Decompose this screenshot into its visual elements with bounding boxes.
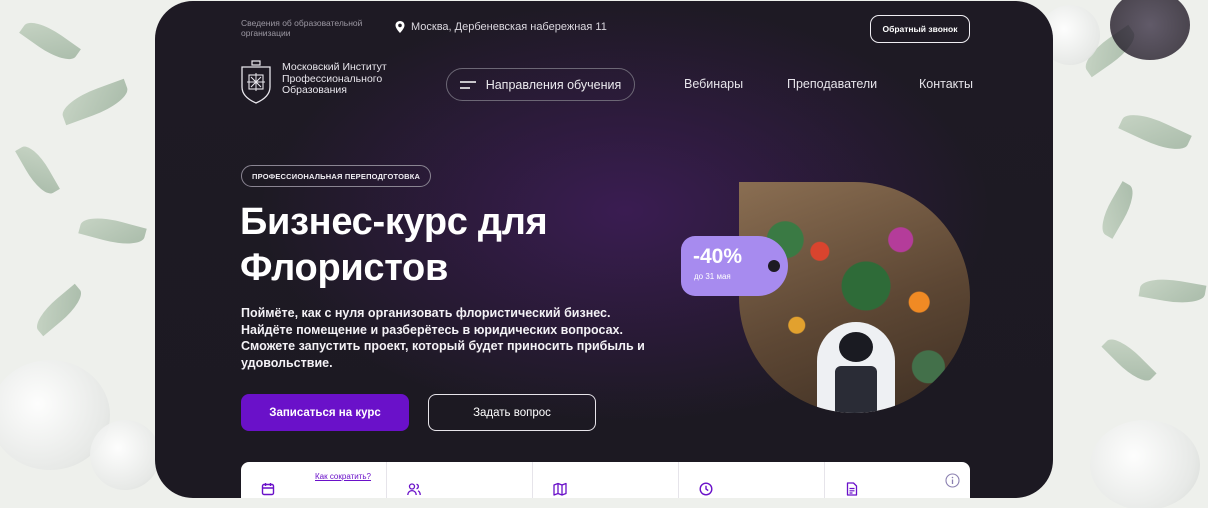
hero-card: Сведения об образовательной организации … [155, 1, 1053, 498]
address-text: Москва, Дербеневская набережная 11 [411, 21, 607, 33]
page-title: Бизнес-курс для Флористов [240, 201, 548, 289]
info-icon[interactable] [945, 473, 960, 488]
shorten-link[interactable]: Как сократить? [315, 472, 371, 481]
callback-button[interactable]: Обратный звонок [870, 15, 970, 43]
info-cell-students [387, 462, 533, 498]
enroll-button[interactable]: Записаться на курс [241, 394, 409, 431]
nav-link-webinars[interactable]: Вебинары [684, 77, 743, 91]
directions-label: Направления обучения [485, 77, 622, 92]
discount-tag: -40% до 31 мая [681, 236, 788, 296]
discount-value: -40% [693, 245, 743, 268]
shield-logo-icon [241, 60, 271, 104]
org-info-link[interactable]: Сведения об образовательной организации [241, 18, 381, 38]
clock-icon [699, 482, 713, 496]
nav-link-contacts[interactable]: Контакты [919, 77, 973, 91]
users-icon [407, 483, 421, 496]
logo[interactable]: Московский Институт Профессионального Об… [240, 57, 402, 105]
logo-name: Московский Институт Профессионального Об… [282, 61, 387, 96]
directions-menu-button[interactable]: Направления обучения [446, 68, 635, 101]
document-icon [846, 482, 858, 496]
location-pin-icon [395, 21, 405, 33]
calendar-icon [261, 483, 275, 496]
program-badge: ПРОФЕССИОНАЛЬНАЯ ПЕРЕПОДГОТОВКА [241, 165, 432, 187]
info-cell-dates: Как сократить? [241, 462, 387, 498]
course-info-bar: Как сократить? [241, 462, 970, 498]
florist-photo [739, 182, 970, 413]
map-icon [553, 482, 567, 496]
nav-link-teachers[interactable]: Преподаватели [787, 77, 877, 91]
info-cell-duration [679, 462, 825, 498]
info-cell-document [825, 462, 970, 498]
tag-hole [768, 260, 780, 272]
course-description: Поймёте, как с нуля организовать флорист… [241, 306, 645, 370]
info-cell-format [533, 462, 679, 498]
menu-icon [459, 80, 476, 89]
address: Москва, Дербеневская набережная 11 [395, 21, 607, 33]
ask-question-button[interactable]: Задать вопрос [428, 394, 596, 431]
discount-deadline: до 31 мая [694, 272, 731, 281]
